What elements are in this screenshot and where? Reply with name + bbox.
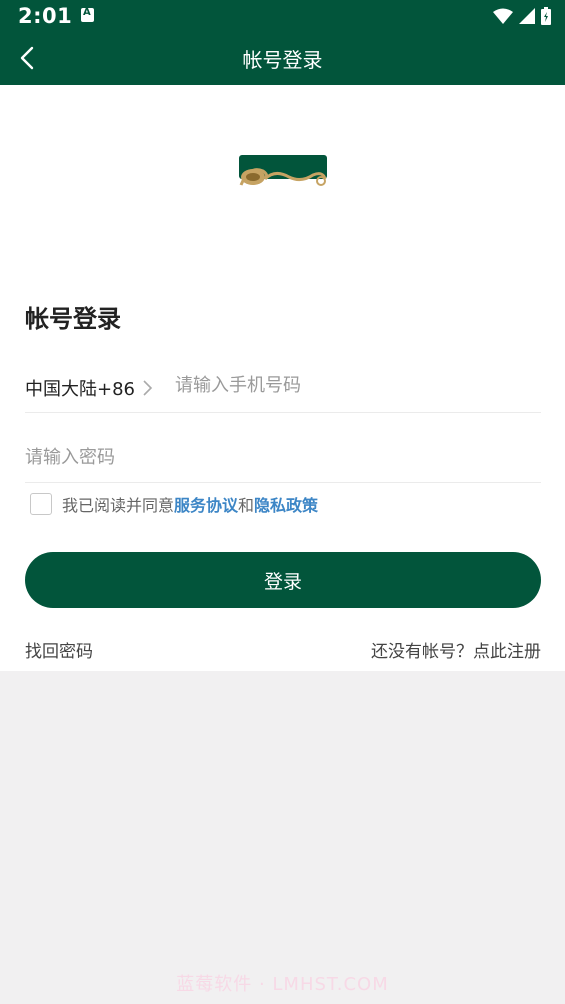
chevron-right-icon [143,380,153,396]
country-code-selector[interactable]: 中国大陆+86 [25,375,153,401]
agreement-row: 我已阅读并同意 服务协议 和 隐私政策 [30,492,318,516]
privacy-policy-link[interactable]: 隐私政策 [254,492,318,516]
forgot-password-link[interactable]: 找回密码 [25,637,93,662]
agree-and: 和 [238,496,255,515]
system-icons [493,6,551,26]
watermark: 蓝莓软件 · LMHST.COM [176,974,389,995]
phone-row: 中国大陆+86 [25,355,541,413]
phone-input[interactable] [175,367,535,403]
password-input[interactable] [25,439,525,475]
signal-icon [519,8,535,24]
login-heading: 帐号登录 [25,305,121,333]
notification-a-icon [81,7,94,22]
register-link[interactable]: 还没有帐号？点此注册 [371,637,541,662]
brand-logo [239,155,327,186]
service-agreement-link[interactable]: 服务协议 [174,492,238,516]
navbar: 帐号登录 [0,32,565,85]
login-button[interactable]: 登录 [25,552,541,608]
status-bar: 2:01 [0,0,565,32]
password-row [25,425,541,483]
agree-checkbox[interactable] [30,493,52,515]
wifi-icon [493,8,513,24]
page-title: 帐号登录 [242,48,323,72]
battery-icon [541,7,551,25]
agree-prefix: 我已阅读并同意 [62,496,175,515]
status-time: 2:01 [18,4,73,28]
country-code-label: 中国大陆+86 [25,379,135,400]
login-panel: 帐号登录 中国大陆+86 我已阅读并同意 服务协议 和 隐私政策 登录 找回密码… [0,85,565,671]
